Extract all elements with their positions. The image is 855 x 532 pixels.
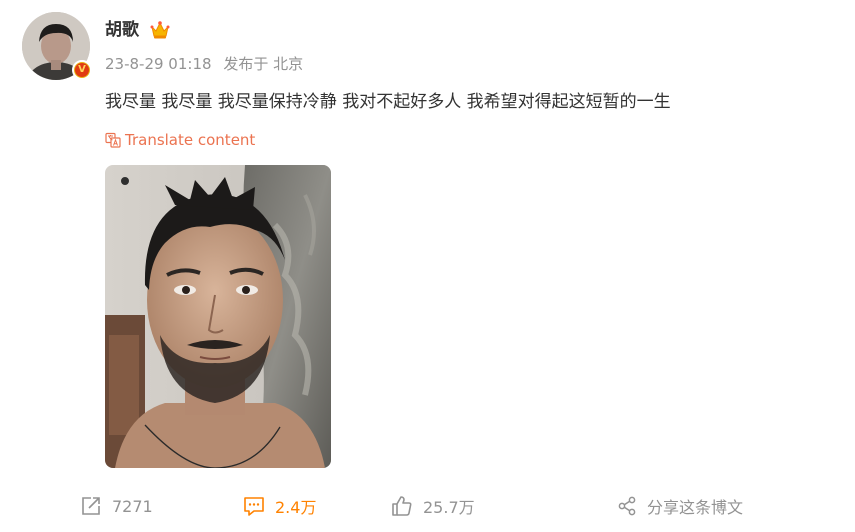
thumbs-up-icon (392, 496, 412, 516)
share-button[interactable]: 分享这条博文 (617, 492, 743, 520)
translate-button[interactable]: Translate content (105, 130, 255, 150)
verified-badge-letter: V (75, 63, 89, 77)
post-location: 发布于 北京 (223, 55, 304, 73)
post-timestamp[interactable]: 23-8-29 01:18 (105, 55, 212, 73)
repost-icon (82, 497, 100, 515)
avatar-container[interactable]: V (22, 12, 92, 80)
comment-button[interactable]: 2.4万 (243, 492, 316, 520)
comment-icon (244, 497, 264, 516)
translate-label: Translate content (125, 131, 256, 149)
share-icon (618, 496, 636, 516)
post-text: 我尽量 我尽量 我尽量保持冷静 我对不起好多人 我希望对得起这短暂的一生 (105, 92, 671, 112)
repost-button[interactable]: 7271 (80, 492, 153, 520)
author-name[interactable]: 胡歌 (105, 18, 139, 42)
post-photo[interactable] (105, 165, 331, 468)
repost-count: 7271 (112, 496, 153, 516)
weibo-post-card: V 胡歌 23-8-29 01:18 发布于 北京 我尽量 我尽量 我尽量保持冷… (0, 0, 855, 532)
translate-icon (105, 132, 121, 148)
like-count: 25.7万 (423, 498, 475, 517)
crown-icon (150, 21, 170, 39)
verified-badge-icon: V (72, 60, 92, 80)
comment-count: 2.4万 (275, 498, 317, 517)
share-label: 分享这条博文 (647, 498, 744, 517)
post-meta: 23-8-29 01:18 发布于 北京 (105, 54, 303, 74)
like-button[interactable]: 25.7万 (391, 492, 475, 520)
